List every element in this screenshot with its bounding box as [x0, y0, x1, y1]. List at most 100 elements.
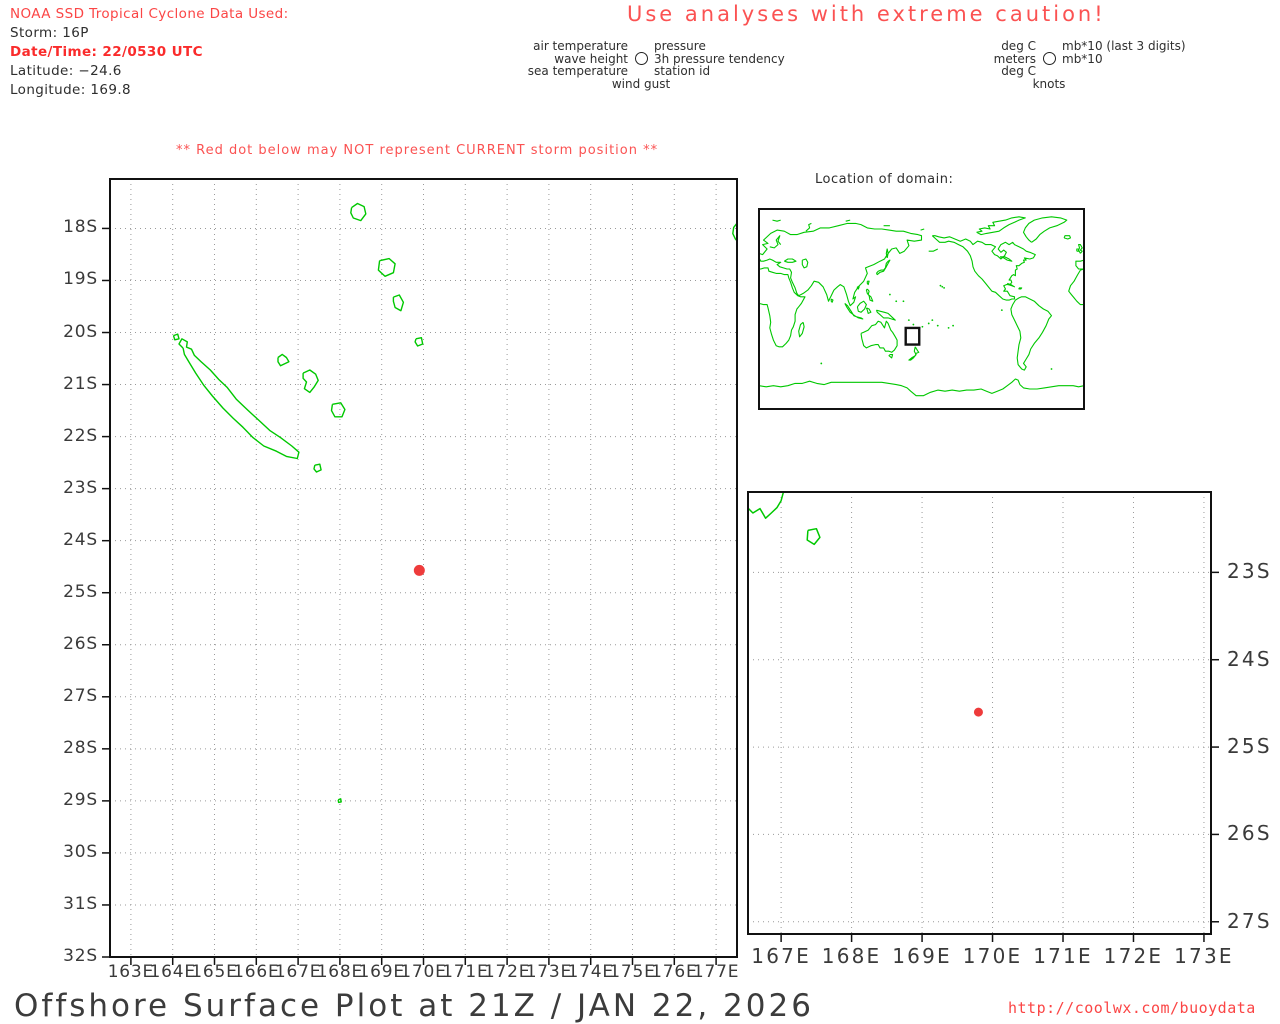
lat-axis-label: 18S [63, 217, 98, 238]
island-dot [907, 319, 910, 322]
island-dot [952, 324, 954, 327]
domain-rectangle [904, 326, 921, 346]
storm-dot [973, 707, 983, 717]
island-dot [820, 362, 823, 365]
lon-axis-label: 177E [692, 962, 740, 982]
island-dot [889, 293, 891, 296]
units-tendency: mb*10 [1062, 51, 1103, 66]
coastline-path [758, 267, 806, 348]
lat-axis-label: 25S [1227, 734, 1272, 759]
island-dot [1050, 368, 1053, 370]
island-dot [947, 326, 950, 329]
world-map [758, 208, 1085, 410]
lat-axis-label: 27S [63, 685, 98, 706]
island-dot [939, 284, 942, 287]
coastline-path [928, 248, 939, 252]
coastline-path [1018, 287, 1023, 290]
lat-axis-label: 27S [1227, 908, 1272, 933]
lat-axis-label: 26S [63, 633, 98, 654]
coastline-path [860, 320, 898, 353]
lat-axis-label: 32S [63, 946, 98, 966]
coastline-path [865, 288, 874, 302]
coastline-path [806, 527, 821, 546]
island-dot [912, 323, 915, 326]
island-dot [902, 300, 905, 303]
coastline-path [392, 294, 405, 312]
station-circle-icon [634, 52, 648, 66]
lat-axis-label: 24S [1227, 646, 1272, 671]
datetime-line: Date/Time: 22/0530 UTC [10, 44, 203, 60]
units-pressure: mb*10 (last 3 digits) [1062, 39, 1186, 53]
coastline-path [769, 235, 782, 249]
coastline-path [798, 321, 805, 338]
coastline-path [1076, 248, 1080, 252]
data-source-line: NOAA SSD Tropical Cyclone Data Used: [10, 6, 289, 22]
coastline-path [330, 402, 346, 418]
coastline-path [976, 216, 1026, 236]
coastline-path [801, 258, 809, 269]
coastline-path [1063, 235, 1072, 240]
island-dot [1000, 309, 1003, 312]
coastline-path [885, 248, 889, 259]
legend-sea-temperature: sea temperature [527, 64, 628, 79]
coastline-path [784, 258, 797, 263]
lat-axis-label: 21S [63, 373, 98, 394]
storm-position-note: ** Red dot below may NOT represent CURRE… [176, 143, 659, 158]
lat-axis-label: 22S [63, 425, 98, 446]
storm-id-line: Storm: 16P [10, 25, 89, 41]
coastline-path [277, 353, 290, 367]
lon-axis-label: 169E [892, 944, 952, 968]
lon-axis-label: 172E [1103, 944, 1164, 968]
zoom-map [747, 491, 1219, 942]
coastline-path [747, 491, 785, 519]
lon-axis-label: 171E [1033, 944, 1093, 968]
legend-pressure: pressure [654, 39, 706, 53]
coastline-path [377, 257, 396, 277]
units-deg-c-sea: deg C [1001, 64, 1036, 79]
legend-station-id: station id [654, 64, 711, 79]
main-map [102, 178, 738, 965]
units-knots: knots [1032, 76, 1066, 91]
storm-info-block: NOAA SSD Tropical Cyclone Data Used: Sto… [10, 5, 289, 100]
island-dot [931, 319, 934, 322]
lat-axis-label: 29S [63, 789, 98, 810]
buoydata-link[interactable]: http://coolwx.com/buoydata [1008, 999, 1256, 1017]
coastline-path [931, 235, 1036, 301]
lon-axis-label: 167E [751, 944, 811, 968]
plot-title: Offshore Surface Plot at 21Z / JAN 22, 2… [14, 988, 814, 1024]
station-circle-icon [1042, 52, 1056, 66]
lat-axis-label: 28S [63, 737, 98, 758]
legend-wind-gust: wind gust [611, 76, 671, 91]
island-dot [943, 286, 945, 289]
coastline-path [1068, 268, 1085, 306]
coastline-path [908, 346, 920, 361]
island-dot [895, 300, 898, 303]
caution-headline: Use analyses with extreme caution! [627, 2, 1106, 26]
units-deg-c-air: deg C [1001, 39, 1036, 53]
coastline-path [178, 338, 300, 460]
coastline-path [172, 333, 180, 341]
coastline-path [920, 228, 925, 231]
lat-axis-label: 23S [63, 477, 98, 498]
coastline-path [856, 286, 860, 290]
coastline-path [999, 256, 1013, 262]
lat-axis-label: 20S [63, 321, 98, 342]
coastline-path [844, 302, 864, 320]
lon-axis-label: 173E [1174, 944, 1234, 968]
coastline-path [1022, 216, 1068, 243]
coastline-path [865, 307, 872, 314]
coastline-path [845, 219, 851, 222]
lat-axis-label: 24S [63, 529, 98, 550]
coastline-path [313, 463, 322, 473]
coastline-path [414, 337, 424, 347]
lon-axis-label: 168E [821, 944, 882, 968]
coastline-path [758, 222, 923, 307]
station-model-units-legend: deg C mb*10 (last 3 digits) meters mb*10… [928, 40, 1186, 90]
inset-map-title: Location of domain: [815, 172, 954, 187]
coastline-path [830, 298, 834, 303]
island-dot [936, 324, 939, 327]
coastline-path [772, 219, 781, 222]
coastline-path [337, 798, 342, 804]
lat-axis-label: 23S [1227, 559, 1272, 584]
coastline-path [1075, 259, 1085, 270]
